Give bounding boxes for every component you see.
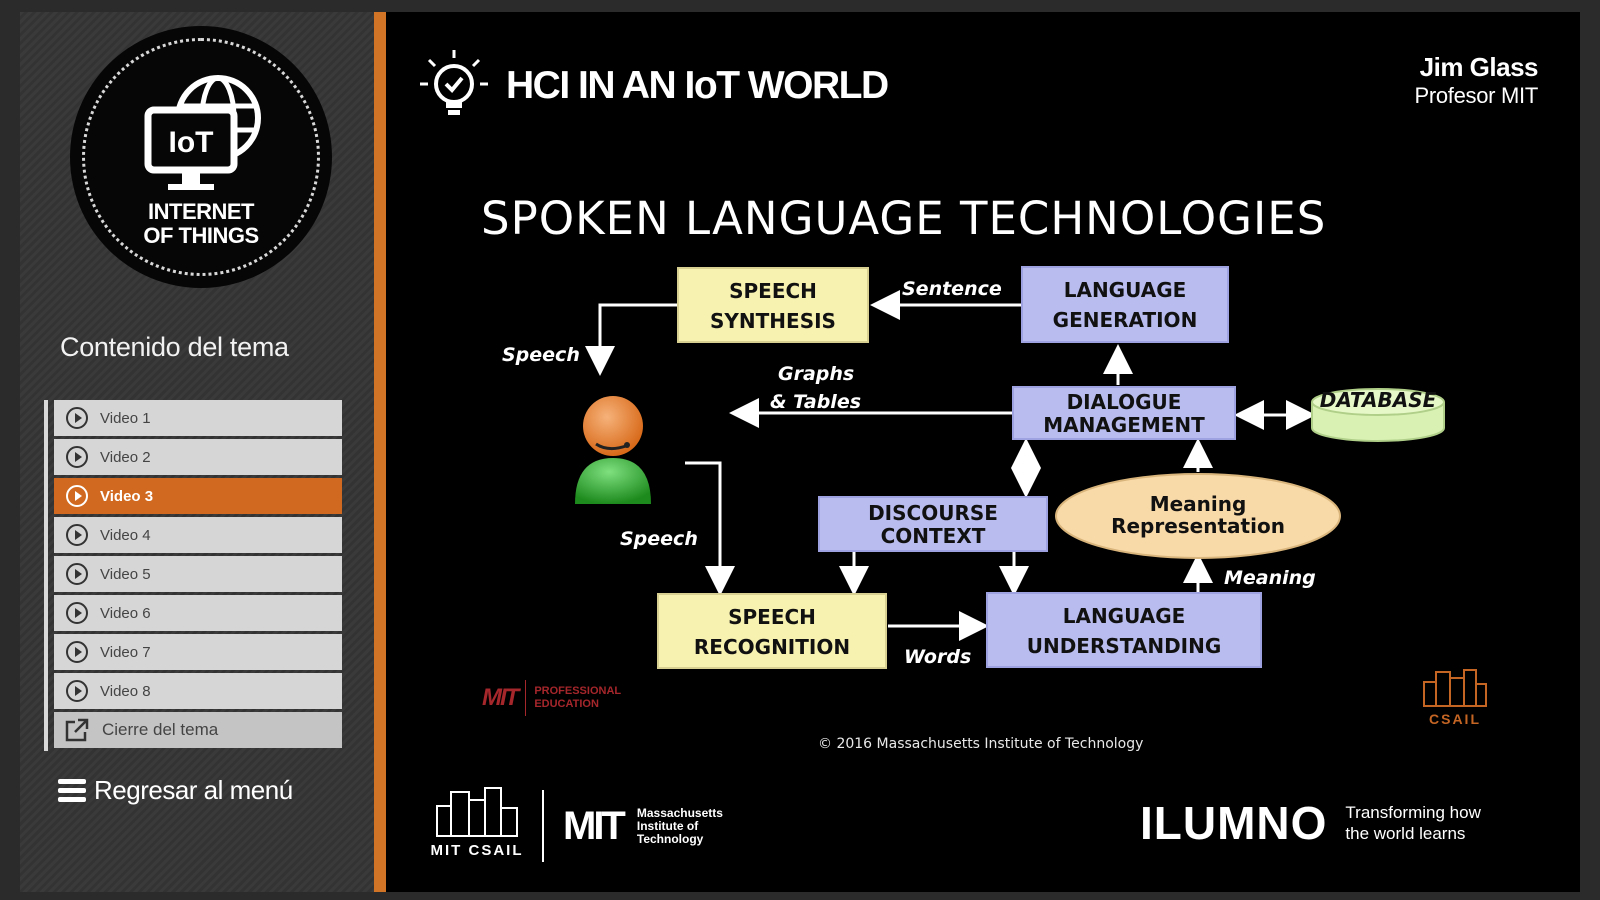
edge-label-meaning: Meaning: [1224, 567, 1316, 589]
mit-line-3: Technology: [636, 832, 704, 846]
ilumno-tagline-1: Transforming how: [1345, 803, 1481, 822]
node-database: DATABASE: [1311, 388, 1445, 442]
ilumno-tagline-2: the world learns: [1345, 824, 1466, 843]
copyright-notice: © 2016 Massachusetts Institute of Techno…: [818, 736, 1144, 752]
csail-buildings-icon: [1423, 669, 1487, 707]
svg-text:DIALOGUE: DIALOGUE: [1067, 390, 1182, 414]
svg-text:RECOGNITION: RECOGNITION: [694, 635, 850, 659]
mitpe-mark: MIT: [482, 684, 519, 711]
node-language-generation: LANGUAGE GENERATION: [1021, 266, 1229, 343]
svg-text:SYNTHESIS: SYNTHESIS: [710, 309, 836, 333]
svg-text:MANAGEMENT: MANAGEMENT: [1043, 413, 1205, 437]
svg-text:Representation: Representation: [1111, 514, 1285, 538]
edge-label-sentence: Sentence: [902, 278, 1002, 300]
user-headset-icon: [575, 396, 651, 504]
node-discourse-context: DISCOURSE CONTEXT: [818, 496, 1048, 552]
svg-text:DISCOURSE: DISCOURSE: [868, 501, 998, 525]
edge-label-graphs: Graphs: [778, 363, 854, 385]
edge-label-speech-in: Speech: [620, 528, 698, 550]
csail-small-logo: CSAIL: [1422, 668, 1488, 727]
mit-csail-logo: MIT CSAIL: [422, 786, 532, 859]
svg-text:LANGUAGE: LANGUAGE: [1064, 278, 1187, 302]
node-speech-synthesis: SPEECH SYNTHESIS: [677, 267, 869, 343]
footer-divider: [542, 790, 544, 862]
node-speech-recognition: SPEECH RECOGNITION: [657, 593, 887, 669]
app-frame: IoT INTERNET OF THINGS Contenido del tem…: [20, 12, 1580, 892]
svg-text:GENERATION: GENERATION: [1053, 308, 1198, 332]
mit-mark: MIT: [563, 804, 626, 848]
svg-text:LANGUAGE: LANGUAGE: [1063, 604, 1186, 628]
edge-label-speech-out: Speech: [502, 344, 580, 366]
node-dialogue-management: DIALOGUE MANAGEMENT: [1012, 386, 1236, 440]
csail-small-text: CSAIL: [1429, 711, 1481, 727]
mit-logo: MIT Massachusetts Institute of Technolog…: [563, 804, 723, 849]
ilumno-logo: ILUMNO Transforming how the world learns: [1140, 796, 1481, 850]
svg-text:CONTEXT: CONTEXT: [881, 524, 986, 548]
svg-text:SPEECH: SPEECH: [728, 605, 816, 629]
edge-label-words: Words: [904, 646, 971, 668]
ilumno-brand: ILUMNO: [1140, 797, 1328, 849]
csail-buildings-icon: [436, 787, 518, 837]
dialogue-system-diagram: SPEECH SYNTHESIS LANGUAGE GENERATION DIA…: [502, 266, 1445, 669]
node-meaning-representation: Meaning Representation: [1055, 473, 1341, 559]
edge-label-tables: & Tables: [770, 391, 861, 413]
svg-text:DATABASE: DATABASE: [1320, 388, 1437, 412]
mitpe-line-1: PROFESSIONAL: [534, 685, 622, 697]
node-language-understanding: LANGUAGE UNDERSTANDING: [986, 592, 1262, 668]
svg-text:SPEECH: SPEECH: [729, 279, 817, 303]
mit-professional-education-logo: MIT PROFESSIONAL EDUCATION: [482, 680, 621, 716]
csail-text: MIT CSAIL: [430, 842, 524, 859]
svg-text:Meaning: Meaning: [1150, 492, 1247, 516]
svg-text:UNDERSTANDING: UNDERSTANDING: [1027, 634, 1222, 658]
mitpe-line-2: EDUCATION: [534, 698, 599, 710]
